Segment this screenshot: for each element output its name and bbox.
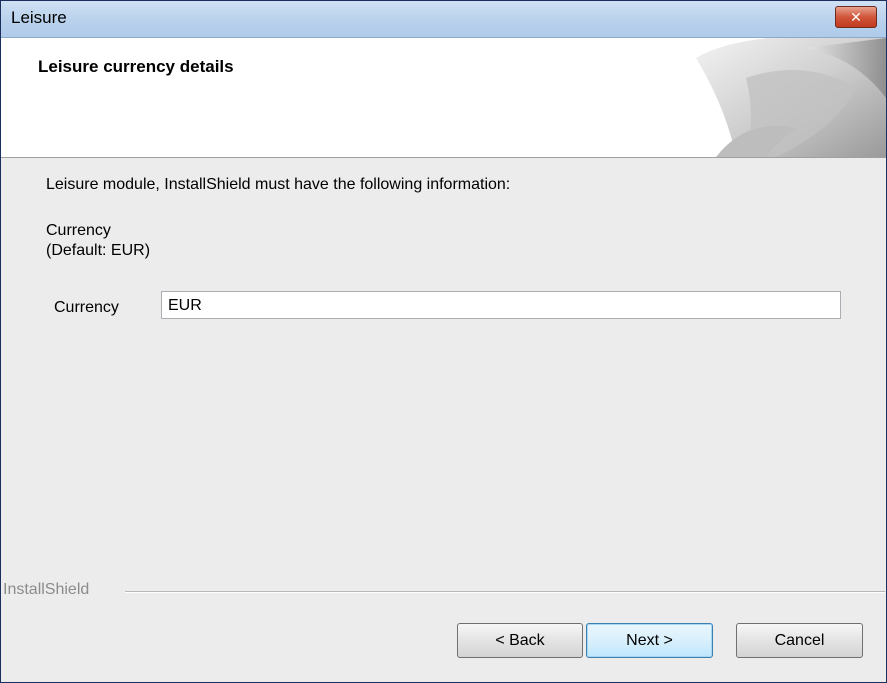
intro-text: Leisure module, InstallShield must have … [46,176,511,193]
field-title: Currency [46,222,111,239]
close-button[interactable]: ✕ [835,6,877,28]
dialog-header: Leisure currency details [1,38,886,158]
currency-input[interactable]: EUR [161,291,841,319]
window-title: Leisure [11,8,67,27]
installer-banner-graphic [696,38,886,157]
header-title: Leisure currency details [38,57,234,76]
close-icon: ✕ [850,8,862,25]
next-button[interactable]: Next > [586,623,713,658]
back-button[interactable]: < Back [457,623,583,658]
brand-divider [125,591,885,593]
installshield-brand: InstallShield [3,581,90,598]
field-default-hint: (Default: EUR) [46,242,151,259]
cancel-button[interactable]: Cancel [736,623,863,658]
title-bar[interactable]: Leisure ✕ [1,1,886,38]
installer-window: Leisure ✕ Leisure currency details Leisu… [0,0,887,683]
currency-label: Currency [54,299,119,316]
